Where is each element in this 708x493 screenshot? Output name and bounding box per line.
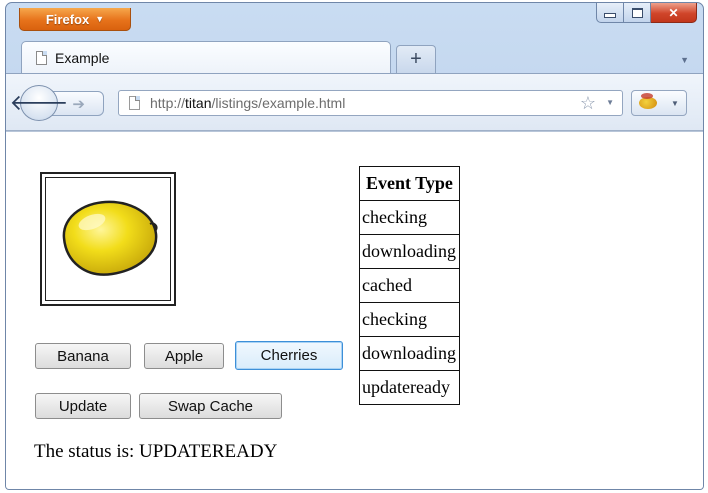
event-table: Event Type checking downloading cached c… [359,166,460,405]
table-row: downloading [359,336,460,371]
chevron-down-icon: ▼ [95,14,105,24]
tab-example[interactable]: Example [21,41,391,73]
url-dropdown-icon[interactable]: ▼ [606,98,614,107]
fruit-image [45,177,171,301]
lemon-icon [62,200,158,276]
event-cell: updateready [359,370,460,405]
event-type-header: Event Type [359,166,460,201]
event-cell: cached [359,268,460,303]
url-path: /listings/example.html [211,95,346,111]
back-button[interactable]: 🡐 [10,85,69,121]
firefox-menu-label: Firefox [45,11,90,27]
event-cell: downloading [359,234,460,269]
table-row: cached [359,268,460,303]
table-row: downloading [359,234,460,269]
firebug-icon [639,93,658,109]
update-button[interactable]: Update [35,393,131,419]
table-row: checking [359,200,460,235]
url-text: http://titan/listings/example.html [150,95,345,111]
chevron-down-icon: ▼ [671,98,679,108]
tab-list-chevron-icon[interactable]: ▼ [680,55,689,65]
cherries-button[interactable]: Cherries [235,341,343,370]
event-cell: checking [359,200,460,235]
event-cell: downloading [359,336,460,371]
forward-arrow-icon: ➔ [72,95,85,113]
table-row: updateready [359,370,460,405]
table-header-row: Event Type [359,166,460,201]
maximize-button[interactable] [624,3,651,23]
new-tab-button[interactable]: + [396,45,436,73]
tab-title: Example [55,49,110,66]
back-arrow-icon: 🡐 [9,90,69,115]
back-forward-group: ➔ 🡐 [10,85,114,121]
page-content: Banana Apple Cherries Update Swap Cache … [6,131,703,489]
address-bar[interactable]: http://titan/listings/example.html ☆ ▼ [118,90,623,116]
addon-button[interactable]: ▼ [631,90,687,116]
window-controls: ✕ [596,3,697,23]
minimize-button[interactable] [596,3,624,23]
bookmark-star-icon[interactable]: ☆ [580,93,596,114]
navigation-bar: ➔ 🡐 http://titan/listings/example.html ☆… [6,73,703,131]
apple-button[interactable]: Apple [144,343,224,369]
browser-window: Firefox ▼ ✕ Example + ▼ ➔ 🡐 http://titan… [5,2,704,490]
banana-button[interactable]: Banana [35,343,131,369]
status-text: The status is: UPDATEREADY [34,441,278,462]
minimize-icon [604,13,616,18]
site-identity-icon [129,96,140,110]
swap-cache-button[interactable]: Swap Cache [139,393,282,419]
maximize-icon [631,7,643,18]
firefox-menu-button[interactable]: Firefox ▼ [19,8,131,31]
close-button[interactable]: ✕ [651,3,697,23]
plus-icon: + [410,48,422,70]
page-icon [36,50,47,65]
event-cell: checking [359,302,460,337]
fruit-image-frame [40,172,176,306]
table-row: checking [359,302,460,337]
url-host: titan [185,95,212,111]
close-icon: ✕ [668,5,679,20]
url-prefix: http:// [150,95,186,111]
